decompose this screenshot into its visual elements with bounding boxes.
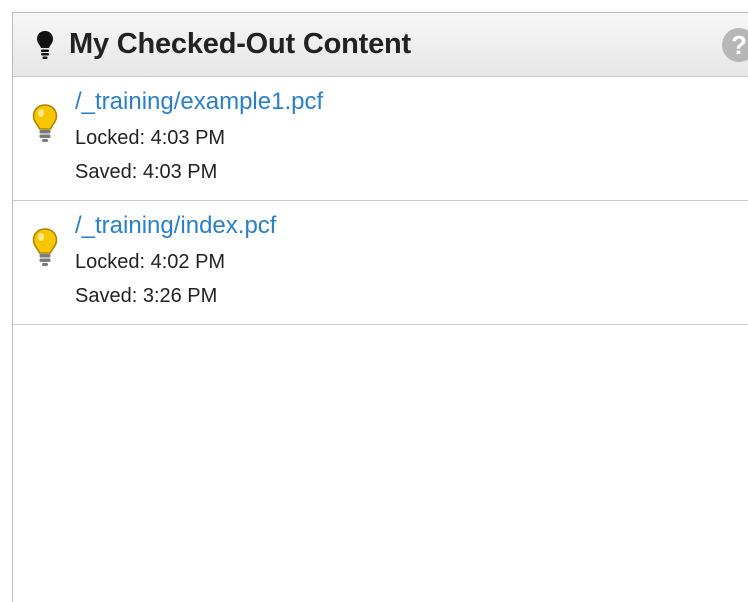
item-link[interactable]: /_training/index.pcf (75, 211, 276, 241)
checked-out-content-panel: My Checked-Out Content ? /_training/exam… (12, 12, 748, 602)
item-text: /_training/example1.pcf Locked: 4:03 PM … (75, 87, 323, 189)
locked-time: Locked: 4:03 PM (75, 127, 226, 149)
list-item: /_training/example1.pcf Locked: 4:03 PM … (13, 77, 748, 201)
saved-time: Saved: 4:03 PM (75, 161, 218, 183)
panel-title: My Checked-Out Content (69, 28, 411, 60)
lightbulb-icon (33, 28, 57, 62)
help-icon[interactable]: ? (722, 28, 748, 62)
item-text: /_training/index.pcf Locked: 4:02 PM Sav… (75, 211, 276, 313)
item-link[interactable]: /_training/example1.pcf (75, 87, 323, 117)
lightbulb-on-icon (31, 227, 59, 267)
saved-time: Saved: 3:26 PM (75, 285, 218, 307)
checked-out-list: /_training/example1.pcf Locked: 4:03 PM … (13, 77, 748, 325)
panel-header: My Checked-Out Content ? (13, 13, 748, 77)
locked-time: Locked: 4:02 PM (75, 251, 226, 273)
lightbulb-on-icon (31, 103, 59, 143)
list-item: /_training/index.pcf Locked: 4:02 PM Sav… (13, 201, 748, 325)
